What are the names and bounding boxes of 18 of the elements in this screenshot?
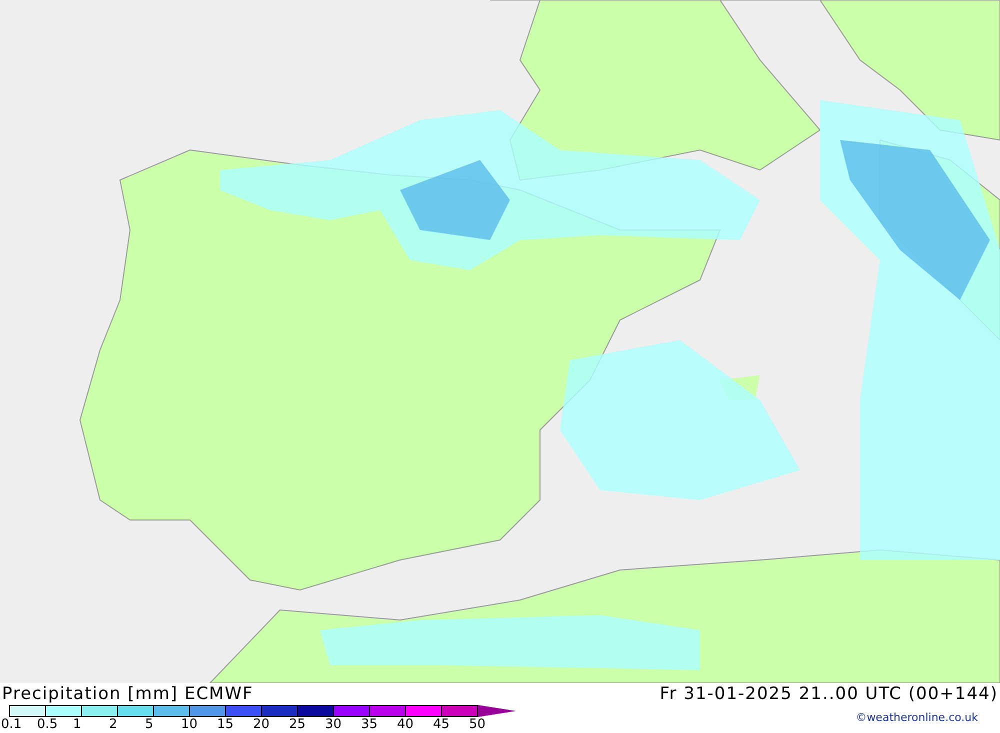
legend-label: 5	[145, 717, 154, 732]
legend-label: 10	[181, 717, 199, 732]
legend-label: 1	[73, 717, 82, 732]
credit-link[interactable]: ©weatheronline.co.uk	[856, 711, 978, 724]
legend-label: 25	[289, 717, 307, 732]
legend-label: 50	[469, 717, 487, 732]
legend-label: 40	[397, 717, 415, 732]
valid-time: Fr 31-01-2025 21..00 UTC (00+144)	[660, 684, 998, 704]
legend-label: 0.5	[37, 717, 59, 732]
legend-label: 30	[325, 717, 343, 732]
map-title: Precipitation [mm] ECMWF	[2, 684, 254, 704]
legend-arrow-icon	[478, 705, 516, 717]
legend-label: 2	[109, 717, 118, 732]
legend-label: 20	[253, 717, 271, 732]
legend-label: 45	[433, 717, 451, 732]
legend-label: 15	[217, 717, 235, 732]
legend-label: 35	[361, 717, 379, 732]
legend-label: 0.1	[1, 717, 23, 732]
